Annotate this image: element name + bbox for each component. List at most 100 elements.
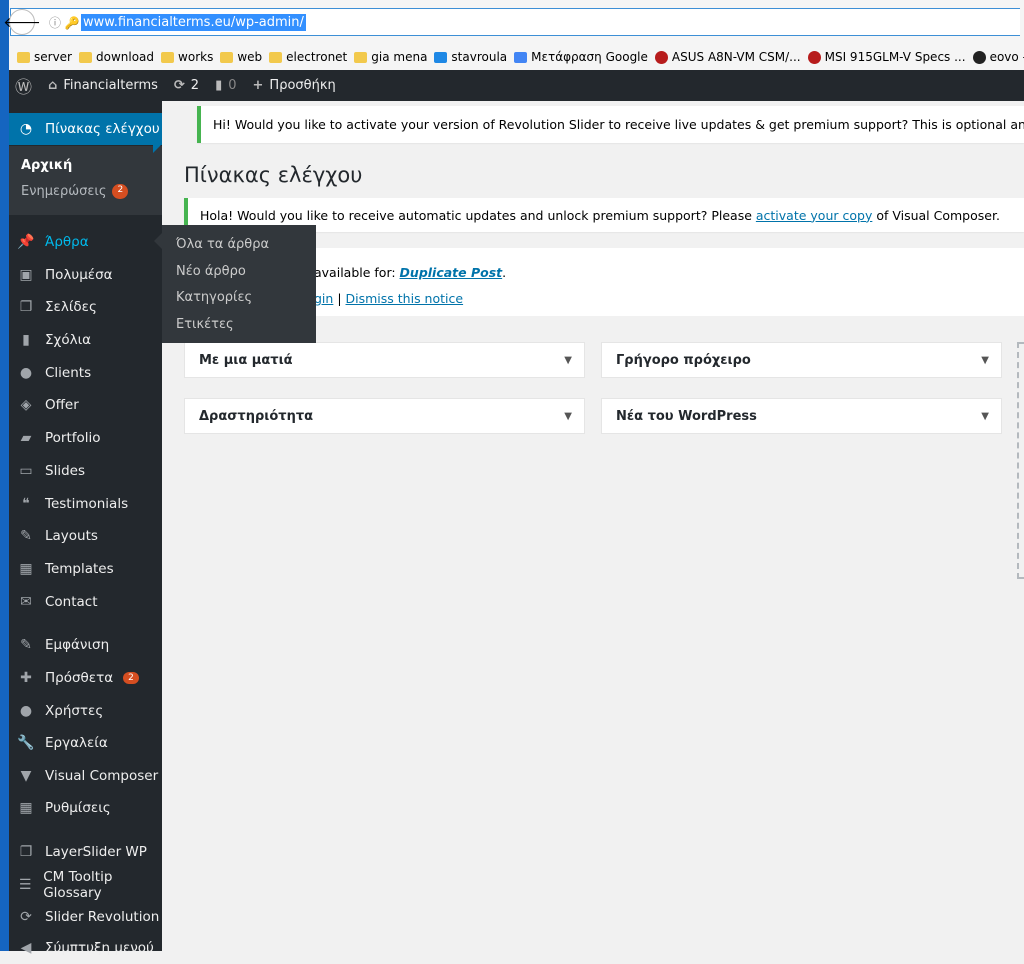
menu-item[interactable]: ☰ CM Tooltip Glossary (9, 869, 162, 901)
menu-item[interactable]: ● Clients (9, 357, 162, 389)
site-icon (654, 50, 668, 64)
media-icon: ▣ (19, 267, 33, 283)
bookmark[interactable]: MSI 915GLM-V Specs ... (807, 50, 966, 64)
flyout-new-post[interactable]: Νέο άρθρο (176, 264, 246, 279)
menu-item[interactable]: ◀ Σύμπτυξη μενού (9, 932, 162, 964)
activate-link[interactable]: activate your copy (756, 208, 872, 223)
menu-label: Slides (45, 463, 85, 479)
menu-label: Σελίδες (45, 299, 97, 315)
menu-item[interactable]: ▦ Ρυθμίσεις (9, 792, 162, 824)
menu-item[interactable]: ✉ Contact (9, 586, 162, 618)
notice-text: Hola! Would you like to receive automati… (200, 208, 1000, 223)
menu-item[interactable]: 📌 Άρθρα (9, 226, 162, 258)
users-icon: ● (19, 703, 33, 719)
menu-item[interactable]: ● Χρήστες (9, 695, 162, 727)
widget-wordpress-news[interactable]: Νέα του WordPress ▼ (601, 398, 1002, 434)
notice-text-post: of Visual Composer. (872, 207, 1000, 223)
menu-item[interactable]: ▭ Slides (9, 455, 162, 487)
bookmark[interactable]: gia mena (354, 50, 427, 64)
plugins-badge: 2 (123, 672, 139, 684)
menu-item[interactable]: ◈ Offer (9, 389, 162, 421)
bookmark[interactable]: electronet (269, 50, 347, 64)
bookmark-label: ASUS A8N-VM CSM/... (671, 50, 801, 64)
menu-item[interactable]: 🔧 Εργαλεία (9, 727, 162, 759)
bookmark[interactable]: stavroula (434, 50, 507, 64)
bookmark-label: eovo – Just anot (989, 50, 1024, 64)
duplicate-post-link[interactable]: Duplicate Post (400, 265, 503, 280)
menu-label: Clients (45, 365, 92, 381)
menu-item[interactable]: ❐ LayerSlider WP (9, 836, 162, 868)
menu-item[interactable]: ✎ Layouts (9, 520, 162, 552)
menu-item[interactable]: ▦ Templates (9, 553, 162, 585)
bookmark-label: electronet (286, 50, 348, 64)
templates-icon: ▦ (19, 561, 33, 577)
posts-flyout-menu: Όλα τα άρθρα Νέο άρθρο Κατηγορίες Ετικέτ… (162, 225, 316, 343)
admin-bar: Ⓦ ⌂ Financialterms ⟳ 2 ▮ 0 + Προσθήκη (9, 70, 1024, 101)
menu-item[interactable]: ✎ Εμφάνιση (9, 629, 162, 661)
menu-item[interactable]: ▮ Σχόλια (9, 324, 162, 356)
back-button[interactable]: 🡐 (3, 9, 41, 35)
menu-item[interactable]: ✚ Πρόσθετα 2 (9, 662, 162, 694)
caret-down-icon[interactable]: ▼ (564, 355, 572, 366)
menu-item[interactable]: ▰ Portfolio (9, 422, 162, 454)
bookmark[interactable]: Μετάφραση Google (514, 50, 648, 64)
translate-icon (514, 51, 528, 63)
site-icon (972, 50, 986, 64)
flyout-tags[interactable]: Ετικέτες (176, 317, 234, 332)
bookmark-label: MSI 915GLM-V Specs ... (824, 50, 966, 64)
bookmark[interactable]: eovo – Just anot (972, 50, 1024, 64)
menu-label: Πολυμέσα (45, 267, 113, 283)
menu-dashboard[interactable]: ◔ Πίνακας ελέγχου (9, 113, 162, 145)
widget-quick-draft[interactable]: Γρήγορο πρόχειρο ▼ (601, 342, 1002, 378)
submenu-home[interactable]: Αρχική (21, 158, 72, 173)
menu-item[interactable]: ⟳ Slider Revolution (9, 901, 162, 933)
dismiss-notice-link[interactable]: Dismiss this notice (346, 291, 464, 306)
bookmark[interactable]: server (17, 50, 72, 64)
flyout-all-posts[interactable]: Όλα τα άρθρα (176, 237, 269, 252)
widget-title: Δραστηριότητα (199, 408, 314, 424)
url-text[interactable]: www.financialterms.eu/wp-admin/ (81, 13, 306, 31)
caret-down-icon[interactable]: ▼ (981, 411, 989, 422)
new-label: Προσθήκη (269, 78, 336, 93)
site-info-icon[interactable]: ⓘ 🔑 (49, 14, 80, 31)
comments-link[interactable]: ▮ 0 (215, 78, 236, 93)
updates-link[interactable]: ⟳ 2 (174, 78, 199, 93)
admin-sidebar: ◔ Πίνακας ελέγχου Αρχική Ενημερώσεις 2 📌 Άρ… (9, 101, 162, 956)
bookmark[interactable]: ASUS A8N-VM CSM/... (654, 50, 801, 64)
submenu-label: Ενημερώσεις (21, 184, 107, 199)
widget-activity[interactable]: Δραστηριότητα ▼ (184, 398, 585, 434)
site-link[interactable]: ⌂ Financialterms (48, 78, 158, 93)
bookmark[interactable]: works (161, 50, 213, 64)
caret-down-icon[interactable]: ▼ (564, 411, 572, 422)
bookmark[interactable]: web (220, 50, 262, 64)
caret-down-icon[interactable]: ▼ (981, 355, 989, 366)
folder-icon (161, 51, 175, 63)
plugin-link[interactable]: gin (314, 291, 333, 306)
comments-icon: ▮ (22, 332, 30, 348)
menu-label: Άρθρα (45, 234, 89, 250)
bookmark[interactable]: download (79, 50, 154, 64)
tooltip-icon: ☰ (18, 877, 32, 893)
desktop-edge (0, 0, 9, 951)
flyout-arrow (146, 233, 162, 249)
notice-text-pre: Hola! Would you like to receive automati… (200, 207, 756, 223)
home-icon: ⌂ (48, 78, 58, 93)
menu-label: Ρυθμίσεις (45, 800, 111, 816)
notice-text: available for: (314, 265, 400, 280)
current-arrow (153, 137, 169, 153)
menu-item[interactable]: ▼ Visual Composer (9, 760, 162, 792)
flyout-categories[interactable]: Κατηγορίες (176, 290, 252, 305)
address-bar[interactable]: 🡐 ⓘ 🔑 www.financialterms.eu/wp-admin/ (3, 8, 1020, 36)
menu-item[interactable]: ❝ Testimonials (9, 488, 162, 520)
wordpress-logo-icon[interactable]: Ⓦ (15, 73, 32, 98)
folder-icon (17, 51, 30, 63)
submenu-updates[interactable]: Ενημερώσεις 2 (21, 184, 129, 199)
new-content-link[interactable]: + Προσθήκη (253, 78, 336, 93)
menu-item[interactable]: ▣ Πολυμέσα (9, 259, 162, 291)
menu-label: Testimonials (45, 496, 129, 512)
widget-at-a-glance[interactable]: Με μια ματιά ▼ (184, 342, 585, 378)
menu-label: Layouts (45, 528, 98, 544)
menu-item[interactable]: ❐ Σελίδες (9, 291, 162, 323)
menu-label: CM Tooltip Glossary (43, 869, 113, 901)
separator: | (333, 291, 346, 306)
